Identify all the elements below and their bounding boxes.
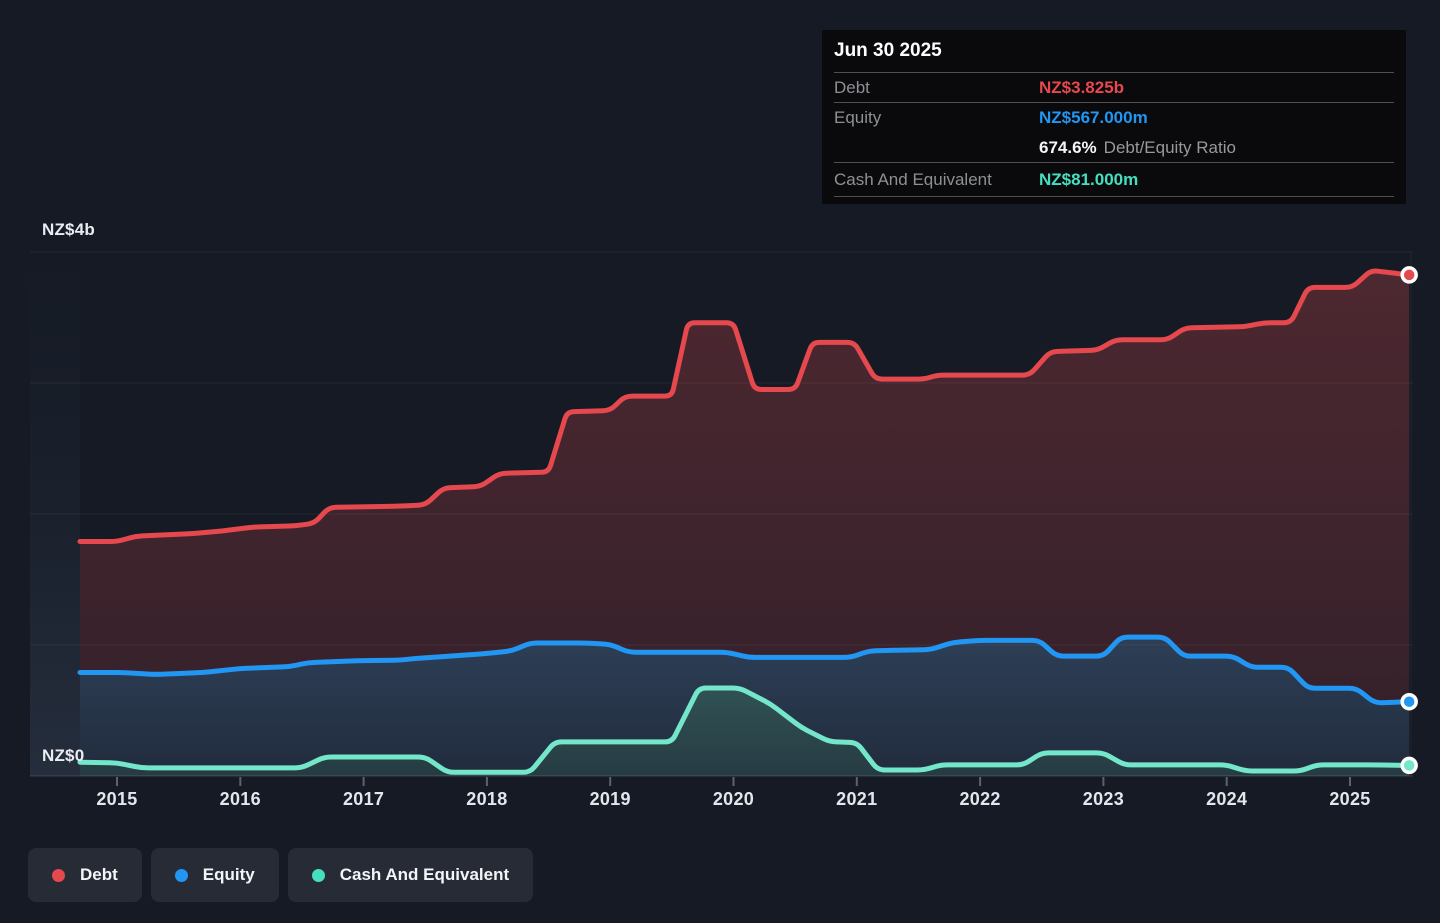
x-axis-label-2018: 2018 xyxy=(442,789,532,810)
x-axis-label-2024: 2024 xyxy=(1182,789,1272,810)
tooltip-row-cash: Cash And Equivalent NZ$81.000m xyxy=(834,163,1394,197)
tooltip-ratio-value: 674.6% xyxy=(1039,138,1097,158)
tooltip-cash-label: Cash And Equivalent xyxy=(834,170,1039,190)
legend-debt-label: Debt xyxy=(80,865,118,885)
tooltip-cash-value: NZ$81.000m xyxy=(1039,170,1138,190)
debt-endpoint-marker xyxy=(1402,268,1416,282)
x-axis-label-2016: 2016 xyxy=(195,789,285,810)
legend: Debt Equity Cash And Equivalent xyxy=(28,848,533,902)
legend-item-equity[interactable]: Equity xyxy=(151,848,279,902)
x-axis-label-2022: 2022 xyxy=(935,789,1025,810)
x-axis-label-2023: 2023 xyxy=(1058,789,1148,810)
x-axis-label-2020: 2020 xyxy=(689,789,779,810)
x-axis-label-2017: 2017 xyxy=(319,789,409,810)
x-axis-label-2019: 2019 xyxy=(565,789,655,810)
legend-equity-label: Equity xyxy=(203,865,255,885)
tooltip-date: Jun 30 2025 xyxy=(834,30,1394,73)
cash-endpoint-marker xyxy=(1402,758,1416,772)
tooltip-debt-label: Debt xyxy=(834,78,1039,98)
equity-endpoint-marker xyxy=(1402,695,1416,709)
tooltip-row-equity: Equity NZ$567.000m xyxy=(834,103,1394,133)
tooltip-equity-label: Equity xyxy=(834,108,1039,128)
tooltip-row-ratio: 674.6% Debt/Equity Ratio xyxy=(834,133,1394,163)
legend-item-debt[interactable]: Debt xyxy=(28,848,142,902)
legend-cash-label: Cash And Equivalent xyxy=(340,865,509,885)
equity-dot-icon xyxy=(175,869,188,882)
y-axis-label-max: NZ$4b xyxy=(42,220,95,240)
debt-equity-chart-page: NZ$4b NZ$0 2015 2016 2017 2018 2019 2020 2021 2… xyxy=(0,0,1440,923)
y-axis-label-zero: NZ$0 xyxy=(42,746,84,766)
debt-dot-icon xyxy=(52,869,65,882)
tooltip-ratio-label: Debt/Equity Ratio xyxy=(1104,138,1236,158)
x-axis-label-2021: 2021 xyxy=(812,789,902,810)
legend-item-cash[interactable]: Cash And Equivalent xyxy=(288,848,533,902)
tooltip-row-debt: Debt NZ$3.825b xyxy=(834,73,1394,103)
tooltip-debt-value: NZ$3.825b xyxy=(1039,78,1124,98)
cash-dot-icon xyxy=(312,869,325,882)
chart-tooltip: Jun 30 2025 Debt NZ$3.825b Equity NZ$567… xyxy=(822,30,1406,204)
x-axis-label-2015: 2015 xyxy=(72,789,162,810)
x-axis-label-2025: 2025 xyxy=(1305,789,1395,810)
tooltip-equity-value: NZ$567.000m xyxy=(1039,108,1148,128)
